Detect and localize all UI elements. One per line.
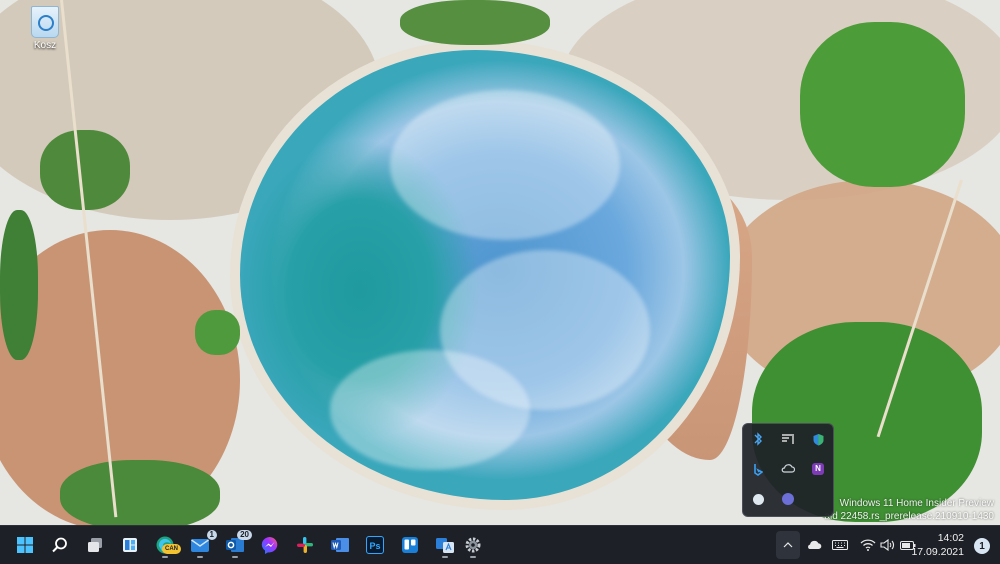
wallpaper-bush xyxy=(0,210,38,360)
slack-icon xyxy=(297,537,313,553)
running-indicator xyxy=(162,556,168,558)
wallpaper-sea xyxy=(240,50,730,500)
trello-icon xyxy=(402,537,418,553)
running-indicator xyxy=(442,556,448,558)
tray-onedrive[interactable] xyxy=(803,531,825,559)
task-view-button[interactable] xyxy=(81,531,109,559)
tray-overflow-button[interactable] xyxy=(776,531,800,559)
watermark-edition: Windows 11 Home Insider Preview xyxy=(839,498,994,509)
taskbar: CAN 1 20 Ps 14:02 17.09.2021 1 xyxy=(0,525,1000,564)
outlook-badge: 20 xyxy=(237,530,252,540)
wallpaper-bush xyxy=(400,0,550,45)
bing-icon[interactable] xyxy=(751,462,765,476)
notification-center-button[interactable]: 1 xyxy=(974,538,990,554)
desktop-icon-recycle-bin[interactable]: Kosz xyxy=(22,6,68,51)
settings-icon xyxy=(465,537,481,553)
wallpaper-bush xyxy=(800,22,965,187)
taskbar-app-slack[interactable] xyxy=(291,531,319,559)
photoshop-icon: Ps xyxy=(366,536,384,554)
volume-icon xyxy=(880,539,895,551)
tray-network[interactable] xyxy=(858,531,878,559)
teams-icon[interactable] xyxy=(781,492,795,506)
clock-time: 14:02 xyxy=(937,532,964,544)
chevron-up-icon xyxy=(783,542,793,548)
insider-watermark: Windows 11 Home Insider Preview ald 2245… xyxy=(824,497,994,523)
taskbar-app-photoshop[interactable]: Ps xyxy=(361,531,389,559)
wallpaper-bush xyxy=(40,130,130,210)
clock-date: 17.09.2021 xyxy=(911,546,964,558)
widgets-button[interactable] xyxy=(116,531,144,559)
defender-icon[interactable] xyxy=(811,432,825,446)
messenger-icon xyxy=(261,536,278,554)
bluetooth-icon[interactable] xyxy=(751,432,765,446)
recycle-bin-icon xyxy=(31,6,59,38)
mail-badge: 1 xyxy=(206,530,217,540)
tray-keyboard[interactable] xyxy=(829,531,851,559)
start-button[interactable] xyxy=(11,531,39,559)
taskbar-app-word[interactable] xyxy=(326,531,354,559)
taskbar-app-trello[interactable] xyxy=(396,531,424,559)
watermark-build: ald 22458.rs_prerelease.210910-1430 xyxy=(824,511,994,522)
task-view-icon xyxy=(88,538,102,552)
word-icon xyxy=(331,538,349,552)
taskbar-clock[interactable]: 14:02 17.09.2021 xyxy=(911,531,964,559)
running-indicator xyxy=(197,556,203,558)
desktop-icon-label: Kosz xyxy=(33,40,57,51)
onenote-icon[interactable]: N xyxy=(811,462,825,476)
taskbar-app-messenger[interactable] xyxy=(256,531,284,559)
taskbar-app-mail[interactable]: 1 xyxy=(186,530,217,559)
search-icon xyxy=(52,537,67,553)
translator-icon xyxy=(436,538,454,553)
cast-icon[interactable] xyxy=(781,432,795,446)
taskbar-app-translator[interactable] xyxy=(431,531,459,559)
edge-canary-badge: CAN xyxy=(162,544,181,554)
onedrive-cloud-icon xyxy=(808,540,822,549)
onedrive-icon[interactable] xyxy=(781,462,795,476)
taskbar-app-settings[interactable] xyxy=(459,531,487,559)
mail-icon xyxy=(191,539,209,552)
desktop: Kosz Windows 11 Home Insider Preview ald… xyxy=(0,0,1000,525)
tray-overflow-flyout: N xyxy=(742,423,834,517)
search-button[interactable] xyxy=(46,531,74,559)
running-indicator xyxy=(470,556,476,558)
taskbar-app-outlook[interactable]: 20 xyxy=(221,530,252,559)
wallpaper-bush xyxy=(60,460,220,525)
wifi-icon xyxy=(860,539,876,551)
taskbar-app-edge-canary[interactable]: CAN xyxy=(151,531,181,559)
wallpaper-bush xyxy=(195,310,240,355)
notification-count: 1 xyxy=(979,540,985,552)
chat-icon[interactable] xyxy=(751,492,765,506)
start-icon xyxy=(17,537,33,553)
keyboard-icon xyxy=(832,540,848,550)
tray-volume[interactable] xyxy=(878,531,898,559)
widgets-icon xyxy=(123,538,137,552)
running-indicator xyxy=(232,556,238,558)
